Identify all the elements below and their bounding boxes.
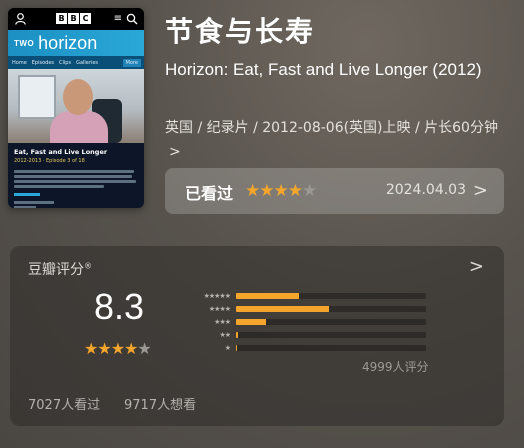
bbc-logo: BBC bbox=[56, 13, 91, 24]
watched-label: 已看过 bbox=[185, 184, 234, 203]
meta-info[interactable]: 英国 / 纪录片 / 2012-08-06(英国)上映 / 片长60分钟 > bbox=[165, 116, 500, 164]
poster-description bbox=[14, 170, 138, 188]
poster-image[interactable]: BBC ≡ TWO horizon Home Episodes Clips Ga… bbox=[8, 8, 144, 208]
watched-card[interactable]: 已看过 ★★★★★ 2024.04.03 > bbox=[165, 168, 504, 214]
search-icon bbox=[126, 13, 138, 25]
star-empty-icon: ★ bbox=[137, 339, 151, 358]
star-filled-icon: ★ bbox=[97, 339, 111, 358]
rating-bar-fill bbox=[236, 319, 267, 325]
poster-nav-item: Galleries bbox=[76, 59, 98, 66]
menu-icon: ≡ bbox=[113, 13, 122, 24]
poster-nav-more: More bbox=[122, 58, 141, 67]
star-filled-icon: ★ bbox=[287, 181, 303, 201]
rating-stars: ★★★★★ bbox=[84, 339, 152, 358]
poster-episode-title: Eat, Fast and Live Longer bbox=[14, 148, 108, 156]
rating-score: 8.3 bbox=[94, 286, 145, 327]
star-filled-icon: ★ bbox=[110, 339, 125, 358]
rating-row: ★★★ bbox=[182, 316, 432, 328]
chevron-right-icon: > bbox=[472, 180, 488, 201]
original-title: Horizon: Eat, Fast and Live Longer (2012… bbox=[165, 60, 482, 79]
rating-bar-track bbox=[236, 319, 426, 325]
poster-nav: Home Episodes Clips Galleries More bbox=[8, 56, 144, 69]
watched-count: 7027人看过 bbox=[28, 398, 101, 413]
rating-row: ★★★★★ bbox=[182, 290, 432, 302]
rating-bar-track bbox=[236, 332, 426, 338]
rating-bar-fill bbox=[236, 332, 238, 338]
rating-row: ★ bbox=[182, 342, 432, 354]
user-rating-stars: ★★★★★ bbox=[245, 181, 317, 201]
poster-nav-item: Clips bbox=[59, 59, 72, 66]
channel-label: TWO bbox=[14, 38, 35, 48]
poster-titlebar: TWO horizon bbox=[8, 30, 144, 56]
rating-bar-fill bbox=[236, 293, 299, 299]
poster-topbar: BBC ≡ bbox=[8, 8, 144, 30]
page-title: 节食与长寿 bbox=[165, 15, 316, 48]
star-filled-icon: ★ bbox=[84, 339, 98, 358]
rating-row-label: ★★★★★ bbox=[203, 292, 231, 300]
rating-count: 4999人评分 bbox=[362, 360, 429, 374]
rating-bar-fill bbox=[236, 306, 330, 312]
rating-row-label: ★ bbox=[224, 344, 231, 352]
poster-nav-item: Home bbox=[12, 59, 27, 66]
rating-bar-track bbox=[236, 306, 426, 312]
star-empty-icon: ★ bbox=[302, 181, 317, 201]
poster-link bbox=[14, 193, 40, 196]
rating-bar-fill bbox=[236, 345, 237, 351]
meta-text: 英国 / 纪录片 / 2012-08-06(英国)上映 / 片长60分钟 bbox=[165, 120, 498, 136]
poster-nav-item: Episodes bbox=[31, 59, 55, 66]
star-filled-icon: ★ bbox=[259, 181, 274, 201]
chevron-right-icon: > bbox=[169, 144, 181, 160]
star-filled-icon: ★ bbox=[273, 181, 289, 201]
watched-date: 2024.04.03 bbox=[385, 182, 466, 198]
star-filled-icon: ★ bbox=[245, 181, 260, 201]
star-filled-icon: ★ bbox=[124, 339, 138, 358]
poster-episode-sub: 2012-2013 · Episode 3 of 18 bbox=[14, 158, 85, 164]
rating-bar-track bbox=[236, 293, 426, 299]
chevron-right-icon[interactable]: > bbox=[469, 256, 484, 277]
rating-distribution: ★★★★★ ★★★★ ★★★ ★★ ★ bbox=[182, 290, 432, 355]
rating-row-label: ★★ bbox=[219, 331, 231, 339]
poster-photo bbox=[8, 69, 144, 143]
rating-row-label: ★★★ bbox=[214, 318, 231, 326]
poster-footer bbox=[14, 201, 138, 208]
person-icon bbox=[15, 13, 26, 25]
rating-title: 豆瓣评分® bbox=[28, 261, 92, 278]
rating-row: ★★ bbox=[182, 329, 432, 341]
want-count: 9717人想看 bbox=[124, 398, 197, 413]
rating-row-label: ★★★★ bbox=[208, 305, 231, 313]
rating-card[interactable]: 豆瓣评分® > 8.3 ★★★★★ ★★★★★ ★★★★ ★★★ ★★ ★ 4999人评… bbox=[10, 246, 504, 426]
rating-row: ★★★★ bbox=[182, 303, 432, 315]
rating-bar-track bbox=[236, 345, 426, 351]
show-label: horizon bbox=[38, 32, 98, 53]
